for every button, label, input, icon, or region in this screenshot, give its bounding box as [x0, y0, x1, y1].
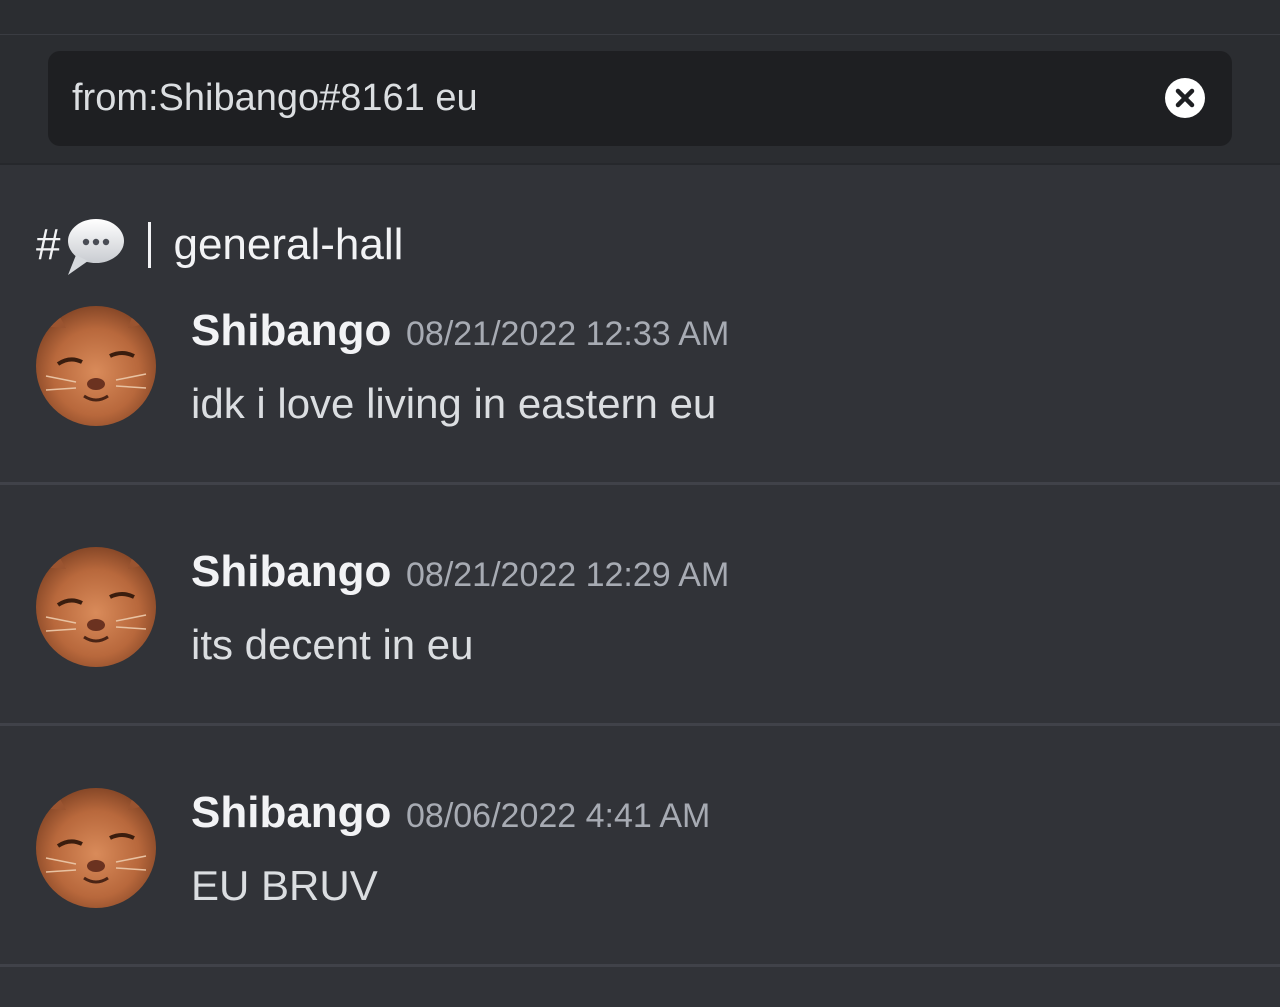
message-content: its decent in eu	[191, 621, 474, 668]
message-timestamp: 08/06/2022 4:41 AM	[406, 797, 711, 835]
avatar[interactable]	[36, 788, 156, 908]
search-result-message[interactable]: Shibango 08/06/2022 4:41 AM EU BRUV	[0, 727, 1280, 967]
message-author[interactable]: Shibango	[191, 547, 391, 597]
message-timestamp: 08/21/2022 12:33 AM	[406, 315, 730, 353]
search-input[interactable]: from:Shibango#8161 eu	[48, 51, 1232, 146]
search-results: # general-hall Shibango 08/21/2022 12:33…	[0, 165, 1280, 1007]
search-result-message[interactable]: Shibango 08/21/2022 12:33 AM idk i love …	[0, 245, 1280, 485]
close-circle-icon[interactable]	[1165, 78, 1205, 118]
message-divider	[0, 482, 1280, 485]
avatar[interactable]	[36, 306, 156, 426]
message-author[interactable]: Shibango	[191, 788, 391, 838]
search-result-message[interactable]: Shibango 08/21/2022 12:29 AM its decent …	[0, 486, 1280, 726]
search-header: from:Shibango#8161 eu	[0, 35, 1280, 165]
top-bar	[0, 0, 1280, 35]
avatar[interactable]	[36, 547, 156, 667]
message-content: idk i love living in eastern eu	[191, 380, 717, 427]
search-query-text[interactable]: from:Shibango#8161 eu	[72, 51, 478, 146]
message-divider	[0, 964, 1280, 967]
message-author[interactable]: Shibango	[191, 306, 391, 356]
message-content: EU BRUV	[191, 862, 378, 909]
message-divider	[0, 723, 1280, 726]
message-timestamp: 08/21/2022 12:29 AM	[406, 556, 730, 594]
